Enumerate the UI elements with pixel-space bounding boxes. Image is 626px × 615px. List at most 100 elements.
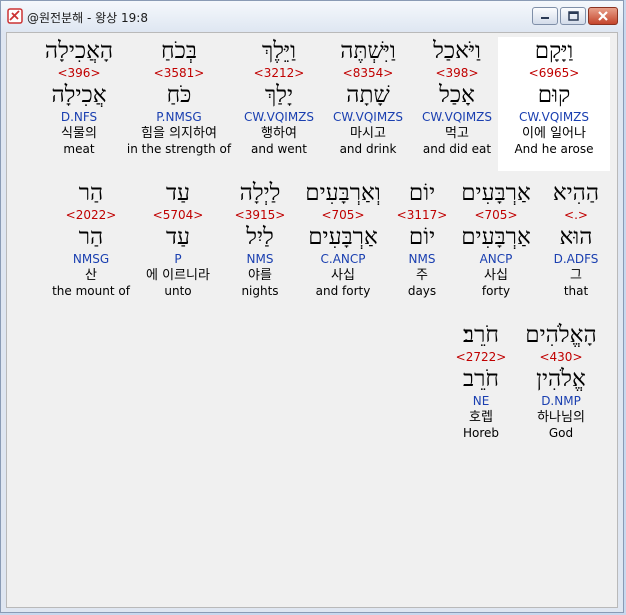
strong-number: <.>: [564, 208, 588, 222]
korean-gloss: 야를: [248, 268, 272, 283]
lemma: שָׁתָה: [346, 82, 390, 108]
english-gloss: Horeb: [462, 426, 500, 440]
grammar-code: CW.VQIMZS: [243, 110, 315, 124]
korean-gloss: 에 이르니라: [146, 268, 210, 283]
english-gloss: the mount of: [52, 284, 130, 298]
korean-gloss: 사십: [484, 268, 508, 283]
korean-gloss: 힘을 의지하여: [141, 126, 217, 141]
lemma: עַד: [165, 224, 191, 250]
hebrew-word: אַרְבָּעִים: [461, 180, 531, 206]
korean-gloss: 하나님의: [537, 410, 585, 425]
word-cell[interactable]: וְאַרְבָּעִים <705> אַרְבָּעִים C.ANCP 사…: [297, 179, 389, 299]
korean-gloss: 산: [85, 268, 97, 283]
app-window: @원전분해 - 왕상 19:8 וַיָּקָם <6965> קוּם CW.…: [0, 0, 624, 613]
korean-gloss: 식물의: [61, 126, 97, 141]
strong-number: <3581>: [153, 66, 205, 80]
english-gloss: days: [407, 284, 437, 298]
lemma: חֹרֵב: [463, 366, 499, 392]
lemma: יוֹם: [408, 224, 436, 250]
strong-number: <2722>: [455, 350, 507, 364]
lemma: הוּא: [559, 224, 593, 250]
english-gloss: And he arose: [514, 142, 594, 156]
hebrew-word: בְּכֹחַ: [161, 38, 197, 64]
hebrew-word: לַיְלָה: [239, 180, 281, 206]
grammar-code: P.NMSG: [156, 110, 202, 124]
english-gloss: nights: [241, 284, 279, 298]
english-gloss: and went: [251, 142, 307, 156]
hebrew-word: הָאֱלֹהִים: [525, 322, 597, 348]
strong-number: <705>: [474, 208, 518, 222]
english-gloss: in the strength of: [126, 142, 232, 156]
maximize-icon: [568, 11, 579, 21]
hebrew-word: וְאַרְבָּעִים: [305, 180, 381, 206]
grammar-code: CW.VQIMZS: [421, 110, 493, 124]
word-cell[interactable]: אַרְבָּעִים <705> אַרְבָּעִים ANCP 사십 fo…: [456, 179, 536, 299]
hebrew-word: הַהִיא: [552, 180, 600, 206]
strong-number: <398>: [435, 66, 479, 80]
lemma: קוּם: [537, 82, 571, 108]
word-cell[interactable]: וַיֹּאכַל <398> אָכַל CW.VQIMZS 먹고 and d…: [417, 37, 497, 157]
hebrew-word: חֹרֵב׃: [463, 322, 499, 348]
hebrew-word: הַר: [78, 180, 104, 206]
strong-number: <8354>: [342, 66, 394, 80]
close-button[interactable]: [588, 7, 618, 25]
lemma: אַרְבָּעִים: [461, 224, 531, 250]
english-gloss: forty: [481, 284, 511, 298]
english-gloss: God: [548, 426, 574, 440]
korean-gloss: 주: [416, 268, 428, 283]
korean-gloss: 마시고: [350, 126, 386, 141]
word-cell[interactable]: הַהִיא <.> הוּא D.ADFS 그 that: [538, 179, 614, 299]
grammar-code: NE: [472, 394, 490, 408]
strong-number: <430>: [539, 350, 583, 364]
word-cell[interactable]: חֹרֵב׃ <2722> חֹרֵב NE 호렙 Horeb: [443, 321, 519, 441]
hebrew-word: עַד: [165, 180, 191, 206]
korean-gloss: 먹고: [445, 126, 469, 141]
grammar-code: CW.VQIMZS: [332, 110, 404, 124]
strong-number: <3117>: [396, 208, 448, 222]
grammar-code: NMS: [246, 252, 274, 266]
strong-number: <3915>: [234, 208, 286, 222]
grammar-code: D.NFS: [60, 110, 98, 124]
app-icon: [7, 8, 23, 24]
maximize-button[interactable]: [560, 7, 586, 25]
close-icon: [598, 11, 608, 21]
korean-gloss: 사십: [331, 268, 355, 283]
word-cell[interactable]: הַר <2022> הַר NMSG 산 the mount of: [45, 179, 137, 299]
hebrew-word: וַיֵּלֶךְ: [262, 38, 296, 64]
word-cell[interactable]: וַיָּקָם <6965> קוּם CW.VQIMZS 이에 일어나 An…: [498, 37, 610, 171]
lemma: לַיִל: [246, 224, 274, 250]
word-cell[interactable]: בְּכֹחַ <3581> כֹּחַ P.NMSG 힘을 의지하여 in t…: [124, 37, 234, 157]
english-gloss: and forty: [315, 284, 371, 298]
grammar-code: D.NMP: [541, 394, 581, 408]
strong-number: <396>: [57, 66, 101, 80]
strong-number: <5704>: [152, 208, 204, 222]
word-cell[interactable]: הָאֲכִילָה <396> אֲכִילָה D.NFS 식물의 meat: [39, 37, 119, 157]
strong-number: <2022>: [65, 208, 117, 222]
hebrew-word: וַיִּשְׁתֶּה: [340, 38, 396, 64]
english-gloss: unto: [164, 284, 192, 298]
minimize-button[interactable]: [532, 7, 558, 25]
hebrew-word: יוֹם: [408, 180, 436, 206]
strong-number: <6965>: [528, 66, 580, 80]
analysis-panel: וַיָּקָם <6965> קוּם CW.VQIMZS 이에 일어나 An…: [6, 32, 618, 608]
window-title: @원전분해 - 왕상 19:8: [27, 11, 148, 25]
lemma: אֱלֹהִין: [536, 366, 586, 392]
korean-gloss: 그: [570, 268, 582, 283]
lemma: יָלַךְ: [264, 82, 294, 108]
word-cell[interactable]: וַיֵּלֶךְ <3212> יָלַךְ CW.VQIMZS 행하여 an…: [239, 37, 319, 157]
grammar-code: P: [174, 252, 182, 266]
hebrew-word: וַיָּקָם: [534, 38, 574, 64]
word-cell[interactable]: וַיִּשְׁתֶּה <8354> שָׁתָה CW.VQIMZS 마시고…: [328, 37, 408, 157]
word-cell[interactable]: יוֹם <3117> יוֹם NMS 주 days: [392, 179, 452, 299]
word-cell[interactable]: לַיְלָה <3915> לַיִל NMS 야를 nights: [225, 179, 295, 299]
korean-gloss: 이에 일어나: [522, 126, 586, 141]
grammar-code: ANCP: [479, 252, 513, 266]
lemma: אַרְבָּעִים: [308, 224, 378, 250]
word-cell[interactable]: הָאֱלֹהִים <430> אֱלֹהִין D.NMP 하나님의 God: [521, 321, 601, 441]
korean-gloss: 호렙: [469, 410, 493, 425]
title-bar[interactable]: @원전분해 - 왕상 19:8: [1, 1, 623, 31]
word-cell[interactable]: עַד <5704> עַד P 에 이르니라 unto: [138, 179, 218, 299]
lemma: הַר: [78, 224, 104, 250]
korean-gloss: 행하여: [261, 126, 297, 141]
lemma: כֹּחַ: [166, 82, 192, 108]
